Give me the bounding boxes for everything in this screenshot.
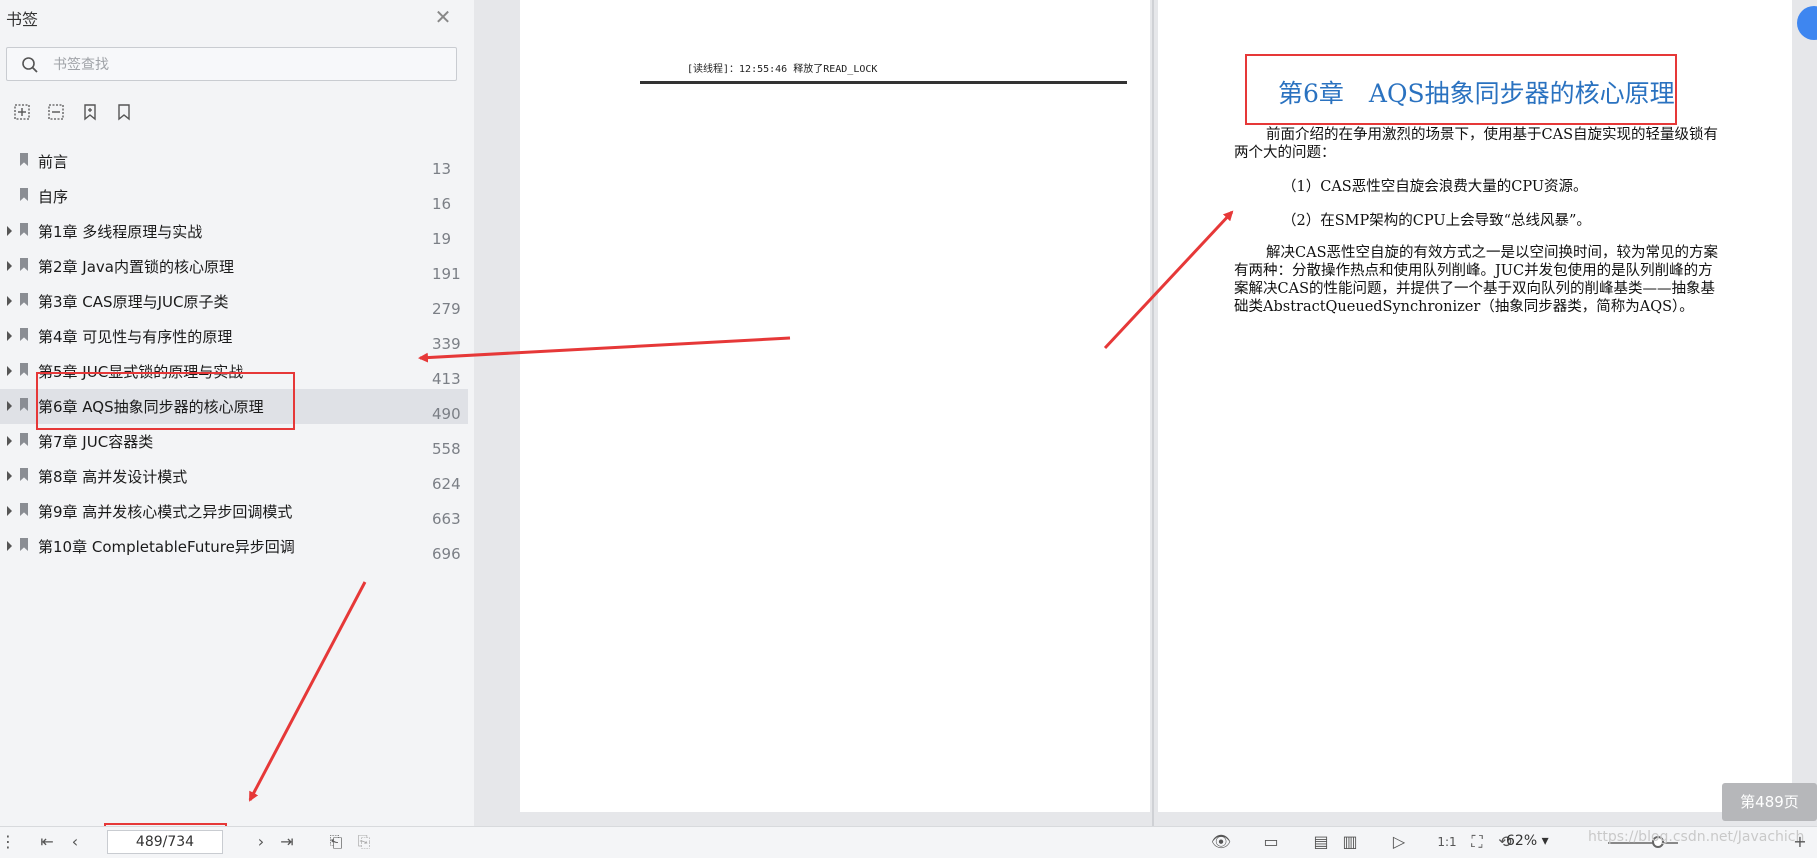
last-page-icon[interactable]: ⇥ bbox=[278, 833, 296, 851]
zoom-level[interactable]: 62% ▾ bbox=[1506, 833, 1549, 849]
bookmark-label: 第9章 高并发核心模式之异步回调模式 bbox=[38, 503, 293, 521]
bookmark-icon bbox=[20, 223, 28, 236]
bookmark-search bbox=[6, 47, 457, 81]
annotation-box bbox=[1245, 54, 1677, 125]
bookmark-icon bbox=[20, 503, 28, 516]
watermark: https://blog.csdn.net/Javachich bbox=[1588, 829, 1805, 845]
bookmark-label: 自序 bbox=[38, 188, 69, 206]
bookmark-icon bbox=[20, 328, 28, 341]
status-bar: ⋮ ⇤ ‹ › ⇥ ⎗ ⎘ 👁 ▭ ▤ ▥ ▷ 1:1 ⛶ ⟲ 62% ▾ + bbox=[0, 826, 1817, 858]
bookmark-item[interactable]: 第9章 高并发核心模式之异步回调模式 663 bbox=[0, 494, 468, 529]
collapse-all-icon[interactable] bbox=[46, 102, 66, 122]
bookmark-label: 第4章 可见性与有序性的原理 bbox=[38, 328, 233, 346]
bookmark-label: 第3章 CAS原理与JUC原子类 bbox=[38, 293, 229, 311]
expand-arrow-icon[interactable] bbox=[7, 261, 12, 271]
bookmark-item[interactable]: 第8章 高并发设计模式 624 bbox=[0, 459, 468, 494]
annotation-box bbox=[36, 372, 295, 430]
expand-arrow-icon[interactable] bbox=[7, 436, 12, 446]
paragraph: 解决CAS恶性空自旋的有效方式之一是以空间换时间，较为常见的方案有两种：分散操作… bbox=[1234, 245, 1718, 315]
bookmark-label: 第10章 CompletableFuture异步回调 bbox=[38, 538, 295, 556]
back-icon[interactable]: ⎗ bbox=[326, 833, 346, 851]
fit-page-icon[interactable]: ⛶ bbox=[1466, 833, 1488, 851]
bookmark-icon bbox=[20, 188, 28, 201]
bookmark-tree: 前言 13 自序 16 第1章 多线程原理与实战 19 第2章 Java内置锁的核心原理 19… bbox=[0, 144, 468, 564]
bookmark-item[interactable]: 第1章 多线程原理与实战 19 bbox=[0, 214, 468, 249]
bookmark-page-number: 13 bbox=[432, 160, 452, 178]
actual-size-icon[interactable]: 1:1 bbox=[1436, 833, 1458, 851]
bookmark-label: 第7章 JUC容器类 bbox=[38, 433, 154, 451]
expand-arrow-icon[interactable] bbox=[7, 226, 12, 236]
bookmark-icon bbox=[20, 153, 28, 166]
bookmark-item[interactable]: 第4章 可见性与有序性的原理 339 bbox=[0, 319, 468, 354]
bookmark-page-number: 279 bbox=[432, 300, 461, 318]
bookmark-label: 第1章 多线程原理与实战 bbox=[38, 223, 203, 241]
zoom-value: 62% bbox=[1506, 833, 1538, 849]
expand-arrow-icon[interactable] bbox=[7, 331, 12, 341]
expand-all-icon[interactable] bbox=[12, 102, 32, 122]
bookmark-page-number: 696 bbox=[432, 545, 461, 563]
expand-arrow-icon[interactable] bbox=[7, 401, 12, 411]
bookmark-icon bbox=[20, 363, 28, 376]
bookmark-icon bbox=[20, 433, 28, 446]
bookmark-item[interactable]: 前言 13 bbox=[0, 144, 468, 179]
page-indicator-badge: 第489页 bbox=[1722, 783, 1817, 821]
bookmark-icon bbox=[20, 538, 28, 551]
bookmark-page-number: 490 bbox=[432, 405, 461, 423]
page-rule bbox=[640, 81, 1127, 84]
bookmark-page-number: 191 bbox=[432, 265, 461, 283]
bookmark-icon bbox=[20, 293, 28, 306]
bookmark-icon[interactable] bbox=[114, 102, 134, 122]
add-bookmark-icon[interactable] bbox=[80, 102, 100, 122]
bookmark-icon bbox=[20, 468, 28, 481]
paragraph: 前面介绍的在争用激烈的场景下，使用基于CAS自旋实现的轻量级锁有两个大的问题： bbox=[1234, 127, 1718, 161]
bar-edge-icon[interactable]: ⋮ bbox=[0, 833, 16, 851]
panel-title: 书签 bbox=[6, 10, 39, 29]
expand-arrow-icon[interactable] bbox=[7, 541, 12, 551]
bookmark-page-number: 413 bbox=[432, 370, 461, 388]
page-left: [读线程]：12:55:46 释放了READ_LOCK bbox=[520, 0, 1150, 812]
bookmark-page-number: 558 bbox=[432, 440, 461, 458]
first-page-icon[interactable]: ⇤ bbox=[38, 833, 56, 851]
next-page-icon[interactable]: › bbox=[252, 833, 270, 851]
bookmark-label: 第8章 高并发设计模式 bbox=[38, 468, 188, 486]
bookmark-icon bbox=[20, 398, 28, 411]
close-icon[interactable]: ✕ bbox=[432, 6, 454, 28]
search-icon bbox=[22, 57, 38, 73]
bookmark-item[interactable]: 第3章 CAS原理与JUC原子类 279 bbox=[0, 284, 468, 319]
eye-icon[interactable]: 👁 bbox=[1210, 833, 1232, 851]
single-page-icon[interactable]: ▭ bbox=[1260, 833, 1282, 851]
bookmark-item[interactable]: 第2章 Java内置锁的核心原理 191 bbox=[0, 249, 468, 284]
two-page-icon[interactable]: ▥ bbox=[1338, 833, 1362, 851]
page-number-input[interactable] bbox=[107, 830, 223, 854]
paragraph: （2）在SMP架构的CPU上会导致“总线风暴”。 bbox=[1282, 213, 1591, 229]
bookmark-label: 第2章 Java内置锁的核心原理 bbox=[38, 258, 234, 276]
bookmark-icon bbox=[20, 258, 28, 271]
bookmark-page-number: 16 bbox=[432, 195, 452, 213]
paragraph: （1）CAS恶性空自旋会浪费大量的CPU资源。 bbox=[1282, 179, 1588, 195]
bookmark-page-number: 663 bbox=[432, 510, 461, 528]
search-input[interactable] bbox=[51, 53, 435, 77]
bookmark-item[interactable]: 第10章 CompletableFuture异步回调 696 bbox=[0, 529, 468, 564]
forward-icon[interactable]: ⎘ bbox=[354, 833, 374, 851]
expand-arrow-icon[interactable] bbox=[7, 296, 12, 306]
expand-arrow-icon[interactable] bbox=[7, 471, 12, 481]
bookmark-item[interactable]: 自序 16 bbox=[0, 179, 468, 214]
bookmark-page-number: 19 bbox=[432, 230, 452, 248]
document-icon[interactable]: ▤ bbox=[1310, 833, 1332, 851]
page-divider bbox=[1152, 0, 1154, 826]
bookmark-label: 前言 bbox=[38, 153, 69, 171]
bookmark-page-number: 339 bbox=[432, 335, 461, 353]
expand-arrow-icon[interactable] bbox=[7, 366, 12, 376]
log-line: [读线程]：12:55:46 释放了READ_LOCK bbox=[687, 64, 878, 75]
bookmark-page-number: 624 bbox=[432, 475, 461, 493]
prev-page-icon[interactable]: ‹ bbox=[66, 833, 84, 851]
expand-arrow-icon[interactable] bbox=[7, 506, 12, 516]
play-icon[interactable]: ▷ bbox=[1388, 833, 1410, 851]
